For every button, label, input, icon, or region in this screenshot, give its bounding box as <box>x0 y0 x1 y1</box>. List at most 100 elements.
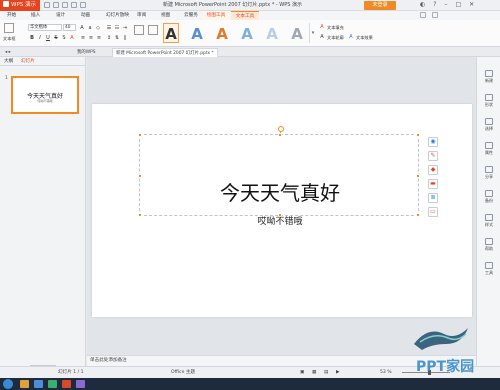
text-fill-label[interactable]: 文本填充 <box>327 25 344 31</box>
undo-icon[interactable] <box>71 2 77 8</box>
layer-icon[interactable]: ≣ <box>428 193 438 203</box>
doc-tab-current[interactable]: 新建 Microsoft PowerPoint 2007 幻灯片.pptx * <box>112 48 218 57</box>
watermark-logo-graphic <box>414 328 468 350</box>
sidebar-backup[interactable]: 备份 <box>477 190 500 204</box>
tab-animation[interactable]: 动画 <box>81 11 90 20</box>
tab-insert[interactable]: 插入 <box>31 11 40 20</box>
more-options-icon[interactable]: ▭ <box>428 207 438 217</box>
app2-icon[interactable] <box>76 380 85 388</box>
bold-icon[interactable]: B <box>29 35 35 41</box>
text-box-icon[interactable] <box>4 23 14 33</box>
wordart-style-4[interactable]: A <box>239 23 255 43</box>
shrink-font-icon[interactable]: a <box>87 25 93 31</box>
open-icon[interactable] <box>53 2 59 8</box>
arrange-icon[interactable]: ◉ <box>428 137 438 147</box>
text-effect-icon[interactable]: A <box>348 34 354 40</box>
maximize-icon[interactable]: □ <box>455 2 461 8</box>
sidebar-share[interactable]: 分享 <box>477 166 500 180</box>
shadow-icon[interactable]: S <box>61 35 67 41</box>
title-textbox[interactable]: 今天天气真好 哎呦不错哦 <box>138 126 420 227</box>
style-icon <box>485 214 493 221</box>
clear-format-icon[interactable]: ◇ <box>95 25 101 31</box>
sidebar-help[interactable]: 帮助 <box>477 238 500 252</box>
tab-outline[interactable]: 大纲 <box>4 57 13 66</box>
line-spacing-icon[interactable]: ↕ <box>106 35 112 41</box>
app-menu-button[interactable]: WPS 演示 <box>0 0 40 11</box>
font-size-select[interactable]: 40 <box>63 24 76 31</box>
collapse-ribbon-icon[interactable] <box>420 12 426 18</box>
save-icon[interactable] <box>44 2 50 8</box>
slide-title[interactable]: 今天天气真好 <box>140 177 420 206</box>
sidebar-properties[interactable]: 属性 <box>477 142 500 156</box>
paragraph-settings-icon[interactable] <box>134 25 144 35</box>
tab-drawing-tools[interactable]: 绘图工具 <box>203 11 229 20</box>
skin-icon[interactable]: ◐ <box>420 2 425 8</box>
nav-arrows-icon[interactable]: ◂ ▸ <box>2 48 14 57</box>
strikethrough-icon[interactable]: S <box>53 35 59 41</box>
slide-subtitle[interactable]: 哎呦不错哦 <box>140 214 420 227</box>
resize-handle-nw[interactable] <box>138 133 142 137</box>
wordart-style-1[interactable]: A <box>163 23 179 43</box>
text-outline-icon[interactable]: A <box>319 34 325 40</box>
tab-view[interactable]: 视图 <box>161 11 170 20</box>
redo-icon[interactable] <box>80 2 86 8</box>
close-icon[interactable]: ✕ <box>469 2 474 8</box>
wordart-style-5[interactable]: A <box>264 23 280 43</box>
sidebar-select[interactable]: 选择 <box>477 118 500 132</box>
sidebar-style[interactable]: 样式 <box>477 214 500 228</box>
wordart-style-6[interactable]: A <box>289 23 305 43</box>
browser-icon[interactable] <box>34 380 43 388</box>
minimize-icon[interactable]: – <box>444 2 447 8</box>
tab-review[interactable]: 审阅 <box>137 11 146 20</box>
font-name-select[interactable]: 华文楷体 <box>28 24 62 31</box>
grow-font-icon[interactable]: A <box>79 25 85 31</box>
slide-canvas[interactable]: 今天天气真好 哎呦不错哦 ◉ ✎ ◆ ▬ ≣ ▭ <box>92 104 472 317</box>
columns-icon[interactable]: ∥ <box>122 35 128 41</box>
tab-slideshow[interactable]: 幻灯片放映 <box>106 11 129 20</box>
print-icon[interactable] <box>62 2 68 8</box>
resize-handle-ne[interactable] <box>416 133 420 137</box>
slides-panel: 大纲 幻灯片 1 今天天气真好 哎呦不错哦 + <box>0 57 86 372</box>
align-right-icon[interactable]: ≡ <box>96 35 102 41</box>
app-icon[interactable] <box>48 380 57 388</box>
tab-text-tools[interactable]: 文本工具 <box>231 11 259 20</box>
text-fill-icon[interactable]: A <box>319 24 325 30</box>
help-icon[interactable]: ? <box>433 2 436 8</box>
text-effect-label[interactable]: 文本效果 <box>356 35 373 41</box>
italic-icon[interactable]: I <box>37 35 43 41</box>
tab-cloud[interactable]: 云服务 <box>184 11 198 20</box>
explorer-icon[interactable] <box>20 380 29 388</box>
wordart-gallery-expand-icon[interactable]: ▾ <box>309 23 316 43</box>
wordart-style-3[interactable]: A <box>214 23 230 43</box>
font-color-icon[interactable]: A <box>69 35 75 41</box>
fill-color-icon[interactable]: ◆ <box>428 165 438 175</box>
sidebar-tools[interactable]: 工具 <box>477 262 500 276</box>
resize-handle-n[interactable] <box>278 133 282 137</box>
taskbar <box>0 378 500 390</box>
rotate-handle[interactable] <box>278 126 284 132</box>
align-center-icon[interactable]: ≡ <box>88 35 94 41</box>
wps-taskbar-icon[interactable] <box>62 380 71 388</box>
tab-home[interactable]: 开始 <box>7 11 16 20</box>
font-settings-icon[interactable] <box>148 25 158 35</box>
edit-shape-icon[interactable]: ✎ <box>428 151 438 161</box>
indent-icon[interactable]: ⇥ <box>122 25 128 31</box>
wordart-style-2[interactable]: A <box>189 23 205 43</box>
slide-thumbnail[interactable]: 今天天气真好 哎呦不错哦 <box>11 76 79 114</box>
underline-icon[interactable]: U <box>45 35 51 41</box>
tab-design[interactable]: 设计 <box>56 11 65 20</box>
numbering-icon[interactable]: ☷ <box>114 25 120 31</box>
sidebar-new[interactable]: 新建 <box>477 70 500 84</box>
bullets-icon[interactable]: ☰ <box>106 25 112 31</box>
login-button[interactable]: 未登录 <box>364 1 396 10</box>
line-color-icon[interactable]: ▬ <box>428 179 438 189</box>
text-outline-label[interactable]: 文本轮廓 <box>327 35 344 41</box>
text-box-label[interactable]: 文本框 <box>3 36 16 42</box>
text-direction-icon[interactable]: ⇅ <box>114 35 120 41</box>
sidebar-shape[interactable]: 形状 <box>477 94 500 108</box>
tab-slides[interactable]: 幻灯片 <box>21 57 35 66</box>
align-left-icon[interactable]: ≡ <box>80 35 86 41</box>
settings-icon[interactable] <box>432 12 438 18</box>
start-button[interactable] <box>3 379 13 389</box>
doc-tab-home[interactable]: 我的WPS <box>74 48 99 57</box>
